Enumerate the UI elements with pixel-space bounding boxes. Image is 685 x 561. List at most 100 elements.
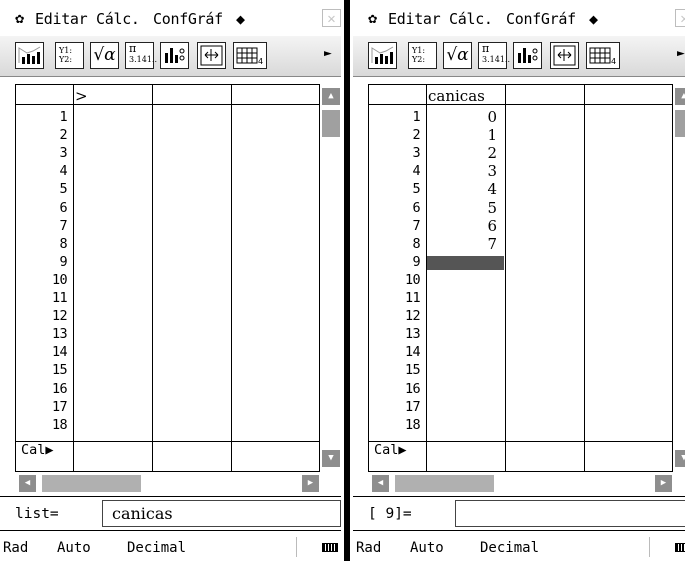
list-cell[interactable]: 1 [427,128,497,143]
entry-field[interactable]: canicas [102,500,341,527]
entry-field[interactable] [455,500,685,527]
battery-icon [675,543,685,552]
scroll-left-button[interactable]: ◀ [19,475,36,492]
row-number: 9 [59,253,67,270]
stat-graph-button[interactable] [15,42,44,69]
pi-label: π [129,42,137,55]
graph-select-button[interactable] [160,42,189,69]
entry-label: [ 9]= [368,506,412,522]
scroll-down-button[interactable]: ▼ [675,450,685,467]
main-app-button[interactable]: √α [90,42,119,69]
toolbar-more-arrow[interactable]: ► [677,46,685,62]
grid-divider [231,85,232,471]
row-number: 14 [51,344,68,361]
scroll-up-button[interactable]: ▲ [675,88,685,105]
stat-graph-button[interactable] [368,42,397,69]
toolbar: Y1: Y2: √α π 3.141.. 4 ► [353,36,685,77]
entry-row: list= canicas [0,496,341,530]
list-cell[interactable]: 3 [427,164,497,179]
list-view-button[interactable]: 4 [233,42,267,69]
list-cell[interactable]: 7 [427,236,497,252]
cal-row-label[interactable]: Cal▶ [374,443,407,458]
entry-label: list= [15,506,59,522]
resize-icon [200,45,223,66]
column-header[interactable]: canicas [428,88,485,104]
gear-icon[interactable]: ✿ [15,10,24,26]
scroll-left-button[interactable]: ◀ [372,475,389,492]
menu-diamond[interactable]: ◆ [589,11,598,27]
angle-mode[interactable]: Rad [356,540,381,556]
row-number: 17 [51,398,68,415]
y2-label: Y2: [412,55,426,64]
menu-editar[interactable]: Editar [35,11,88,27]
row-number: 2 [59,127,67,144]
vertical-scrollbar[interactable]: ▲ ▼ [319,84,341,472]
menu-bar: ✿ Editar Cálc. ConfGráf ◆ ✕ [353,0,685,36]
sqrt-alpha-icon: √α [446,45,469,65]
horizontal-scroll-thumb[interactable] [395,475,494,492]
list-cell[interactable]: 6 [427,218,497,234]
scroll-right-button[interactable]: ▶ [302,475,319,492]
row-number: 11 [404,290,421,306]
decimal-convert-button[interactable]: π 3.141.. [478,42,510,69]
right-screen: ✿ Editar Cálc. ConfGráf ◆ ✕ Y1: Y2: √α π 3.141.. 4 ►… [353,0,685,561]
row-number: 11 [51,290,68,306]
gear-icon[interactable]: ✿ [368,10,377,26]
vertical-scroll-thumb[interactable] [322,110,340,137]
grid-divider [73,85,74,471]
menu-editar[interactable]: Editar [388,11,441,27]
list-cell[interactable]: 4 [427,182,497,197]
list-cell[interactable]: 5 [427,200,497,216]
close-button[interactable]: ✕ [675,9,685,27]
number-format[interactable]: Decimal [127,540,186,556]
left-screen: ✿ Editar Cálc. ConfGráf ◆ ✕ Y1: Y2: √α π 3.141.. 4 ►… [0,0,341,561]
angle-mode[interactable]: Rad [3,540,28,556]
row-number: 16 [51,380,68,397]
scroll-down-button[interactable]: ▼ [322,450,340,467]
row-number: 10 [51,271,68,288]
scroll-up-button[interactable]: ▲ [322,88,340,105]
number-format[interactable]: Decimal [480,540,539,556]
horizontal-scrollbar[interactable]: ◀ ▶ [368,472,685,496]
graph-editor-button[interactable]: Y1: Y2: [408,42,437,69]
vertical-scrollbar[interactable]: ▲ ▼ [672,84,685,472]
menu-calc[interactable]: Cálc. [449,11,493,27]
selected-cell[interactable] [427,255,504,270]
close-button[interactable]: ✕ [322,9,341,27]
decimal-convert-button[interactable]: π 3.141.. [125,42,157,69]
menu-confgraf[interactable]: ConfGráf [506,11,576,27]
vertical-scroll-thumb[interactable] [675,110,685,137]
horizontal-scrollbar[interactable]: ◀ ▶ [15,472,341,496]
resize-window-button[interactable] [550,42,579,69]
calc-mode[interactable]: Auto [410,540,444,556]
menu-calc[interactable]: Cálc. [96,11,140,27]
calc-mode[interactable]: Auto [57,540,91,556]
row-number: 13 [404,326,421,343]
row-number: 7 [412,217,420,234]
menu-diamond[interactable]: ◆ [236,11,245,27]
row-number: 18 [51,416,68,433]
menu-confgraf[interactable]: ConfGráf [153,11,223,27]
toolbar-more-arrow[interactable]: ► [324,46,332,62]
list-cell[interactable]: 2 [427,146,497,161]
status-separator [296,537,297,557]
column-header[interactable]: > [75,88,88,104]
resize-window-button[interactable] [197,42,226,69]
scroll-right-button[interactable]: ▶ [655,475,672,492]
list-cell[interactable]: 0 [427,110,497,125]
row-number: 3 [59,145,67,162]
battery-icon [322,543,338,552]
y2-label: Y2: [59,55,73,64]
row-number: 13 [51,326,68,343]
graph-select-button[interactable] [513,42,542,69]
row-number: 9 [412,253,420,270]
cal-separator [16,441,340,442]
list-view-button[interactable]: 4 [586,42,620,69]
grid-divider [505,85,506,471]
graph-editor-button[interactable]: Y1: Y2: [55,42,84,69]
main-app-button[interactable]: √α [443,42,472,69]
row-number: 6 [412,199,420,216]
cal-row-label[interactable]: Cal▶ [21,443,54,458]
svg-text:4: 4 [611,57,616,66]
horizontal-scroll-thumb[interactable] [42,475,141,492]
